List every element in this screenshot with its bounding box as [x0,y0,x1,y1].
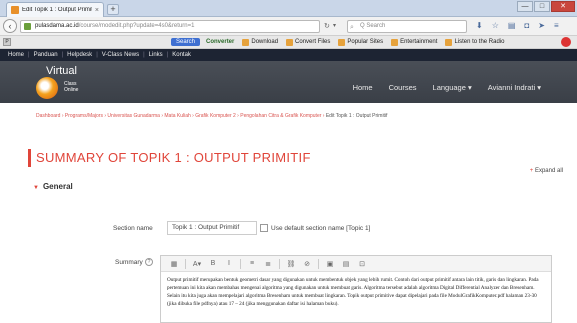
ordered-list-icon[interactable]: ≣ [263,260,273,268]
back-button[interactable]: ‹ [3,19,17,33]
page-icon: P [3,38,11,46]
bold-icon[interactable]: B [208,260,218,267]
top-link-kontak[interactable]: Kontak [172,52,191,58]
unordered-list-icon[interactable]: ≡ [247,260,257,267]
editor-content[interactable]: Output primitif merupakan bentuk geometr… [161,272,551,312]
bookmark-item[interactable]: Listen to the Radio [445,38,504,46]
pocket-icon[interactable]: ◘ [524,21,529,30]
logo-orb-icon [36,77,58,99]
site-top-links: Home | Panduan | Helpdesk | V-Class News… [0,49,577,61]
logo-title: Virtual [46,65,77,77]
reload-icon[interactable]: ↻ [324,22,330,30]
bookmark-icon [242,38,250,46]
menu-icon[interactable]: ≡ [554,21,559,30]
separator: | [166,52,169,58]
summary-editor[interactable]: ▦ A▾ B I ≡ ≣ ⛓ ⊘ ▣ ▤ ⊡ Output primitif m… [160,255,552,323]
divider [318,258,319,269]
browser-nav-bar: ‹ pulasdama.ac.id/course/modedit.php?upd… [0,17,577,36]
use-default-label: Use default section name [Topic 1] [271,225,371,232]
separator: | [28,52,30,58]
dropdown-arrow-icon[interactable]: ▾ [333,22,336,29]
download-icon[interactable]: ⬇ [476,21,483,30]
help-icon[interactable]: ? [145,258,153,266]
bookmark-item[interactable]: Popular Sites [338,38,383,46]
separator: | [143,52,145,58]
tab-favicon-icon [11,6,19,14]
media-icon[interactable]: ▤ [341,260,351,268]
divider [185,258,186,269]
new-tab-button[interactable]: + [107,4,119,15]
separator: | [61,52,64,58]
addon-icon[interactable] [561,37,571,47]
summary-label: Summary [115,259,143,266]
toolbar-toggle-icon[interactable]: ▦ [169,260,179,268]
unlink-icon[interactable]: ⊘ [302,260,312,268]
minimize-button[interactable]: — [517,1,533,12]
breadcrumb: Dashboard › Programs/Majors › Universita… [36,113,387,119]
window-controls: — □ ✕ [517,1,575,12]
send-icon[interactable]: ➤ [538,21,545,30]
tab-title: Edit Topik 1 : Output Primitif [22,7,92,13]
general-section-toggle[interactable]: ▼ General [33,182,73,191]
breadcrumb-path[interactable]: Dashboard › Programs/Majors › Universita… [36,113,326,119]
tab-close-icon[interactable]: × [95,7,99,14]
nav-user-menu[interactable]: Avianni Indrati ▾ [488,83,541,92]
bookmark-icon [391,38,399,46]
top-link-home[interactable]: Home [8,52,24,58]
section-name-input[interactable]: Topik 1 : Output Primitif [167,221,257,235]
top-link-links[interactable]: Links [149,52,163,58]
plus-icon: + [529,168,534,174]
italic-icon[interactable]: I [224,260,234,267]
nav-courses[interactable]: Courses [389,83,417,92]
maximize-button[interactable]: □ [534,1,550,12]
bookmark-item[interactable]: Convert Files [286,38,330,46]
window-close-button[interactable]: ✕ [551,1,575,12]
bookmark-icon [286,38,294,46]
section-name-label: Section name [113,225,153,232]
editor-toolbar: ▦ A▾ B I ≡ ≣ ⛓ ⊘ ▣ ▤ ⊡ [161,256,551,272]
bookmark-item[interactable]: Entertainment [391,38,437,46]
bookmark-icon [338,38,346,46]
lock-icon [24,23,31,30]
bookmark-icon [445,38,453,46]
image-icon[interactable]: ▣ [325,260,335,268]
url-path: /course/modedit.php?update=4s0&return=1 [78,23,195,29]
browser-search-input[interactable]: ⌕ Q Search [347,20,467,33]
url-host: pulasdama.ac.id [35,23,79,29]
site-header: Virtual Class Online Home Courses Languag… [0,61,577,103]
top-link-helpdesk[interactable]: Helpdesk [67,52,92,58]
breadcrumb-current: Edit Topik 1 : Output Primitif [325,113,388,119]
nav-language[interactable]: Language ▾ [433,83,472,92]
bookmark-item[interactable]: Download [242,38,278,46]
font-style-icon[interactable]: A▾ [192,260,202,268]
browser-toolbar-icons: ⬇ ☆ ▤ ◘ ➤ ≡ [476,21,559,30]
logo-subtitle: Class Online [64,81,79,93]
file-icon[interactable]: ⊡ [357,260,367,268]
use-default-checkbox[interactable] [260,224,268,232]
reading-list-icon[interactable]: ▤ [508,21,516,30]
toolbar-search-button[interactable]: Search [171,38,201,46]
search-placeholder: Q Search [360,23,386,29]
site-logo[interactable]: Virtual Class Online [30,65,78,99]
url-bar[interactable]: pulasdama.ac.id/course/modedit.php?updat… [20,20,320,33]
nav-home[interactable]: Home [353,83,373,92]
link-icon[interactable]: ⛓ [286,260,296,268]
search-icon: ⌕ [350,24,354,31]
bookmarks-toolbar: P Search Converter Download Convert File… [0,36,577,49]
top-link-vclass-news[interactable]: V-Class News [102,52,139,58]
browser-tab-strip: Edit Topik 1 : Output Primitif × + — □ ✕ [0,0,577,17]
page-title: SUMMARY OF TOPIK 1 : OUTPUT PRIMITIF [28,149,311,167]
browser-tab[interactable]: Edit Topik 1 : Output Primitif × [6,2,104,17]
converter-button[interactable]: Converter [206,39,234,45]
separator: | [96,52,98,58]
top-link-panduan[interactable]: Panduan [34,52,58,58]
chevron-down-icon: ▼ [33,185,39,191]
divider [279,258,280,269]
bookmark-star-icon[interactable]: ☆ [492,21,499,30]
site-nav: Home Courses Language ▾ Avianni Indrati … [353,83,541,92]
expand-all-link[interactable]: + Expand all [530,168,563,174]
divider [240,258,241,269]
